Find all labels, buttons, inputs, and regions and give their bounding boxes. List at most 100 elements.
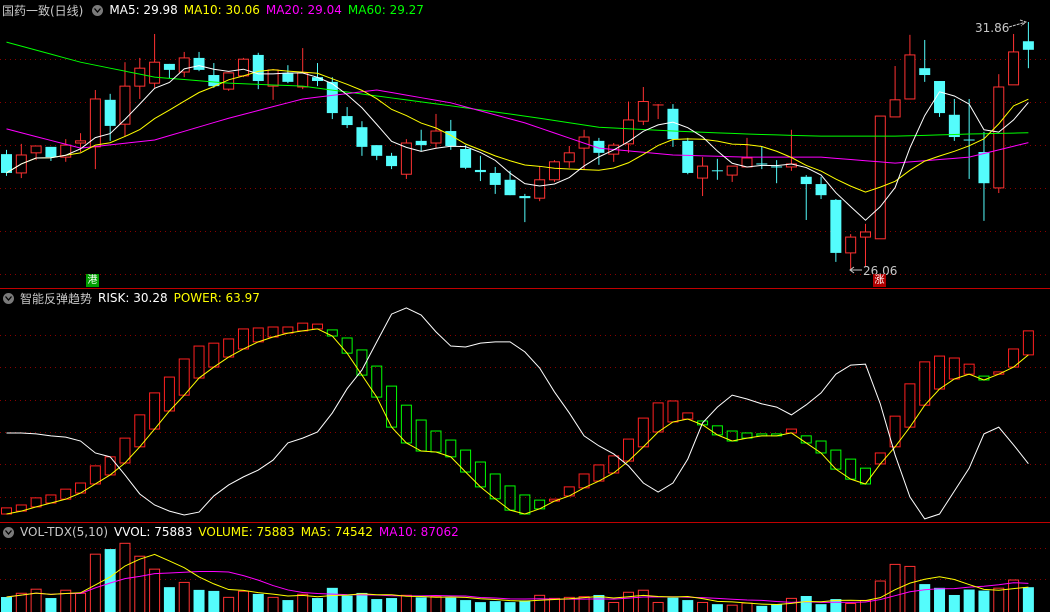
candle-up[interactable] (134, 57, 146, 99)
volume-bar-up[interactable] (652, 601, 664, 612)
candle-down[interactable] (341, 107, 353, 129)
candle-down[interactable] (934, 81, 946, 117)
volume-bar-down[interactable] (193, 589, 205, 612)
power-bar-up[interactable] (163, 376, 175, 412)
volume-bar-up[interactable] (30, 588, 42, 612)
candle-up[interactable] (845, 234, 857, 271)
volume-bar-down[interactable] (682, 600, 694, 612)
candle-down[interactable] (163, 63, 175, 79)
volume-bar-down[interactable] (815, 604, 827, 612)
candle-down[interactable] (1022, 22, 1034, 69)
candle-up[interactable] (563, 146, 575, 168)
volume-bar-up[interactable] (726, 604, 738, 612)
volume-bar-down[interactable] (326, 587, 338, 612)
volume-bar-down[interactable] (356, 592, 368, 612)
volume-bar-up[interactable] (785, 597, 797, 612)
volume-bar-up[interactable] (134, 555, 146, 612)
volume-bar-down[interactable] (341, 595, 353, 612)
candle-up[interactable] (149, 33, 161, 88)
candle-down[interactable] (371, 145, 383, 161)
power-bar-down[interactable] (445, 439, 457, 458)
volume-panel[interactable] (1, 542, 1034, 612)
power-bar-down[interactable] (978, 375, 990, 381)
candle-down[interactable] (830, 199, 842, 262)
power-bar-up[interactable] (637, 417, 649, 448)
candle-up[interactable] (400, 139, 412, 179)
volume-bar-down[interactable] (771, 604, 783, 612)
candle-down[interactable] (45, 146, 57, 161)
candle-down[interactable] (682, 137, 694, 175)
volume-bar-up[interactable] (904, 565, 916, 612)
volume-bar-down[interactable] (1022, 587, 1034, 612)
volume-bar-down[interactable] (104, 549, 116, 612)
candle-down[interactable] (919, 39, 931, 82)
volume-bar-down[interactable] (386, 598, 398, 612)
candle-down[interactable] (1, 149, 12, 176)
power-bar-up[interactable] (963, 363, 975, 375)
power-bar-up[interactable] (874, 452, 886, 465)
volume-bar-up[interactable] (430, 595, 442, 612)
candle-up[interactable] (608, 143, 620, 162)
candle-down[interactable] (800, 175, 812, 220)
volume-bar-down[interactable] (519, 600, 531, 612)
hk-marker[interactable]: 港 (86, 274, 99, 287)
power-bar-down[interactable] (504, 485, 516, 511)
candle-up[interactable] (297, 48, 309, 90)
candle-up[interactable] (652, 104, 664, 120)
volume-bar-down[interactable] (667, 597, 679, 612)
volume-bar-down[interactable] (593, 594, 605, 612)
volume-bar-down[interactable] (1, 597, 12, 612)
volume-bar-down[interactable] (711, 604, 723, 612)
candle-up[interactable] (726, 165, 738, 182)
volume-bar-down[interactable] (756, 605, 768, 612)
candle-down[interactable] (593, 137, 605, 165)
volume-bar-down[interactable] (934, 587, 946, 612)
power-bar-up[interactable] (652, 402, 664, 433)
candle-down[interactable] (208, 63, 220, 88)
volume-bar-down[interactable] (163, 587, 175, 612)
candle-up[interactable] (889, 66, 901, 118)
volume-bar-up[interactable] (75, 592, 87, 612)
volume-bar-down[interactable] (371, 599, 383, 612)
volume-bar-up[interactable] (548, 597, 560, 612)
volume-bar-down[interactable] (460, 600, 472, 612)
volume-bar-up[interactable] (223, 596, 235, 612)
volume-bar-up[interactable] (697, 601, 709, 612)
power-bar-down[interactable] (430, 430, 442, 453)
chevron-down-icon[interactable] (3, 292, 14, 304)
power-bar-up[interactable] (785, 428, 797, 434)
volume-bar-down[interactable] (919, 584, 931, 612)
volume-bar-up[interactable] (534, 594, 546, 612)
volume-bar-down[interactable] (489, 601, 501, 612)
candle-up[interactable] (1008, 33, 1020, 86)
candle-down[interactable] (282, 65, 294, 84)
power-bar-down[interactable] (341, 337, 353, 354)
volume-bar-up[interactable] (623, 591, 635, 612)
candle-up[interactable] (637, 86, 649, 126)
volume-bar-down[interactable] (415, 597, 427, 612)
volume-bar-up[interactable] (178, 581, 190, 612)
volume-bar-down[interactable] (282, 600, 294, 612)
chevron-down-icon[interactable] (92, 4, 104, 16)
power-bar-down[interactable] (400, 404, 412, 444)
candle-up[interactable] (697, 157, 709, 197)
volume-bar-down[interactable] (978, 590, 990, 612)
volume-bar-down[interactable] (474, 602, 486, 612)
volume-bar-down[interactable] (800, 595, 812, 612)
candle-up[interactable] (119, 62, 131, 138)
candle-up[interactable] (89, 89, 101, 170)
power-bar-up[interactable] (267, 326, 279, 338)
power-bar-up[interactable] (178, 358, 190, 396)
power-bar-up[interactable] (948, 357, 960, 380)
volume-bar-down[interactable] (445, 597, 457, 612)
power-bar-up[interactable] (193, 345, 205, 379)
volume-bar-up[interactable] (845, 602, 857, 612)
indicator-panel[interactable] (1, 307, 1034, 520)
candle-down[interactable] (667, 104, 679, 147)
volume-bar-down[interactable] (963, 589, 975, 612)
candle-down[interactable] (356, 121, 368, 156)
volume-bar-up[interactable] (608, 601, 620, 612)
power-bar-up[interactable] (919, 361, 931, 406)
candle-up[interactable] (859, 223, 871, 267)
candle-down[interactable] (519, 193, 531, 223)
